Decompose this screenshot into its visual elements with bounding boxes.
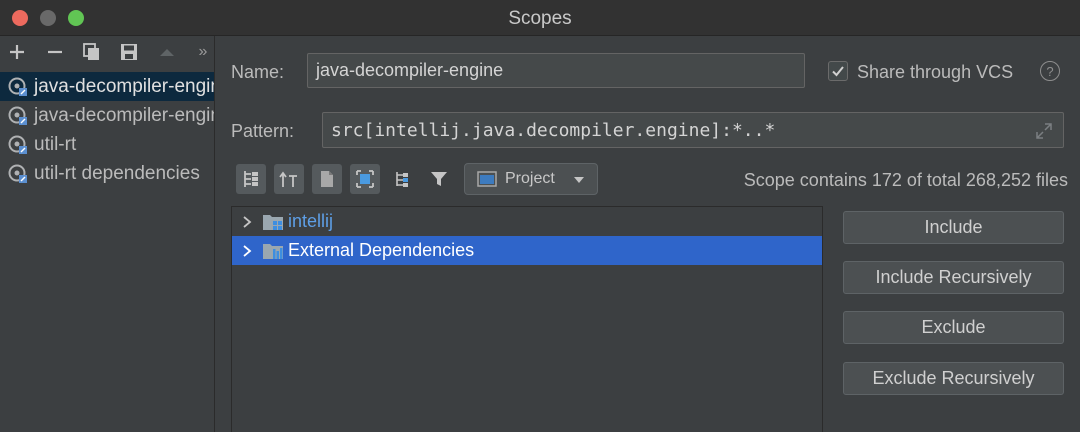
- scopes-sidebar: » java-decompiler-engine java-decompiler…: [0, 36, 215, 432]
- scope-label: java-decompiler-engine: [34, 75, 215, 97]
- group-by-scope-icon[interactable]: [388, 164, 418, 194]
- project-icon: [477, 171, 497, 187]
- view-select-value: Project: [505, 170, 555, 187]
- tree-row-label: intellij: [288, 211, 334, 231]
- show-files-icon[interactable]: [312, 164, 342, 194]
- help-icon[interactable]: ?: [1040, 61, 1060, 81]
- remove-icon[interactable]: [44, 40, 66, 64]
- module-folder-icon: [263, 214, 283, 230]
- name-label: Name:: [231, 62, 285, 82]
- more-icon[interactable]: »: [194, 40, 212, 64]
- share-vcs-label: Share through VCS: [857, 62, 1014, 82]
- view-select[interactable]: Project: [464, 163, 598, 195]
- show-modules-icon[interactable]: [350, 164, 380, 194]
- scope-label: java-decompiler-engine: [34, 104, 215, 126]
- exclude-recursively-button[interactable]: Exclude Recursively: [843, 362, 1064, 395]
- save-icon[interactable]: [118, 40, 140, 64]
- scope-icon: [8, 164, 27, 183]
- name-field[interactable]: java-decompiler-engine: [307, 53, 805, 88]
- tree-row-label: External Dependencies: [288, 240, 475, 260]
- tree-row[interactable]: External Dependencies: [232, 236, 822, 265]
- scope-list-item[interactable]: util-rt dependencies: [0, 159, 214, 188]
- expand-icon[interactable]: [1035, 122, 1053, 140]
- chevron-right-icon[interactable]: [232, 244, 262, 258]
- scope-icon: [8, 77, 27, 96]
- include-recursively-button[interactable]: Include Recursively: [843, 261, 1064, 294]
- chevron-right-icon[interactable]: [232, 215, 262, 229]
- pattern-value: src[intellij.java.decompiler.engine]:*..…: [331, 119, 776, 141]
- scope-icon: [8, 135, 27, 154]
- scope-list-item[interactable]: java-decompiler-engine: [0, 101, 215, 130]
- flatten-packages-icon[interactable]: [236, 164, 266, 194]
- share-vcs-checkbox[interactable]: [828, 61, 848, 81]
- scope-editor: Name: java-decompiler-engine Share throu…: [216, 36, 1080, 432]
- copy-icon[interactable]: [81, 40, 103, 64]
- filter-icon[interactable]: [424, 164, 454, 194]
- add-icon[interactable]: [6, 40, 28, 64]
- scope-list: java-decompiler-engine java-decompiler-e…: [0, 72, 215, 188]
- scope-label: util-rt: [34, 133, 77, 155]
- sidebar-toolbar: »: [0, 36, 214, 68]
- chevron-down-icon: [574, 177, 584, 183]
- include-button[interactable]: Include: [843, 211, 1064, 244]
- scope-icon: [8, 106, 27, 125]
- window-title: Scopes: [508, 8, 572, 29]
- compact-modules-icon[interactable]: [274, 164, 304, 194]
- scope-label: util-rt dependencies: [34, 162, 200, 184]
- checkmark-icon: [832, 66, 844, 77]
- pattern-label: Pattern:: [231, 121, 295, 141]
- tree-row[interactable]: intellij: [232, 207, 822, 236]
- scope-list-item[interactable]: util-rt: [0, 130, 214, 159]
- exclude-button[interactable]: Exclude: [843, 311, 1064, 344]
- pattern-field[interactable]: src[intellij.java.decompiler.engine]:*..…: [322, 112, 1064, 148]
- scope-count-info: Scope contains 172 of total 268,252 file…: [743, 170, 1068, 190]
- title-bar: Scopes: [0, 0, 1080, 36]
- move-up-icon[interactable]: [156, 40, 178, 64]
- scope-tree[interactable]: intellij External Dependencies: [231, 206, 823, 432]
- scope-list-item[interactable]: java-decompiler-engine: [0, 72, 215, 101]
- library-folder-icon: [263, 243, 283, 259]
